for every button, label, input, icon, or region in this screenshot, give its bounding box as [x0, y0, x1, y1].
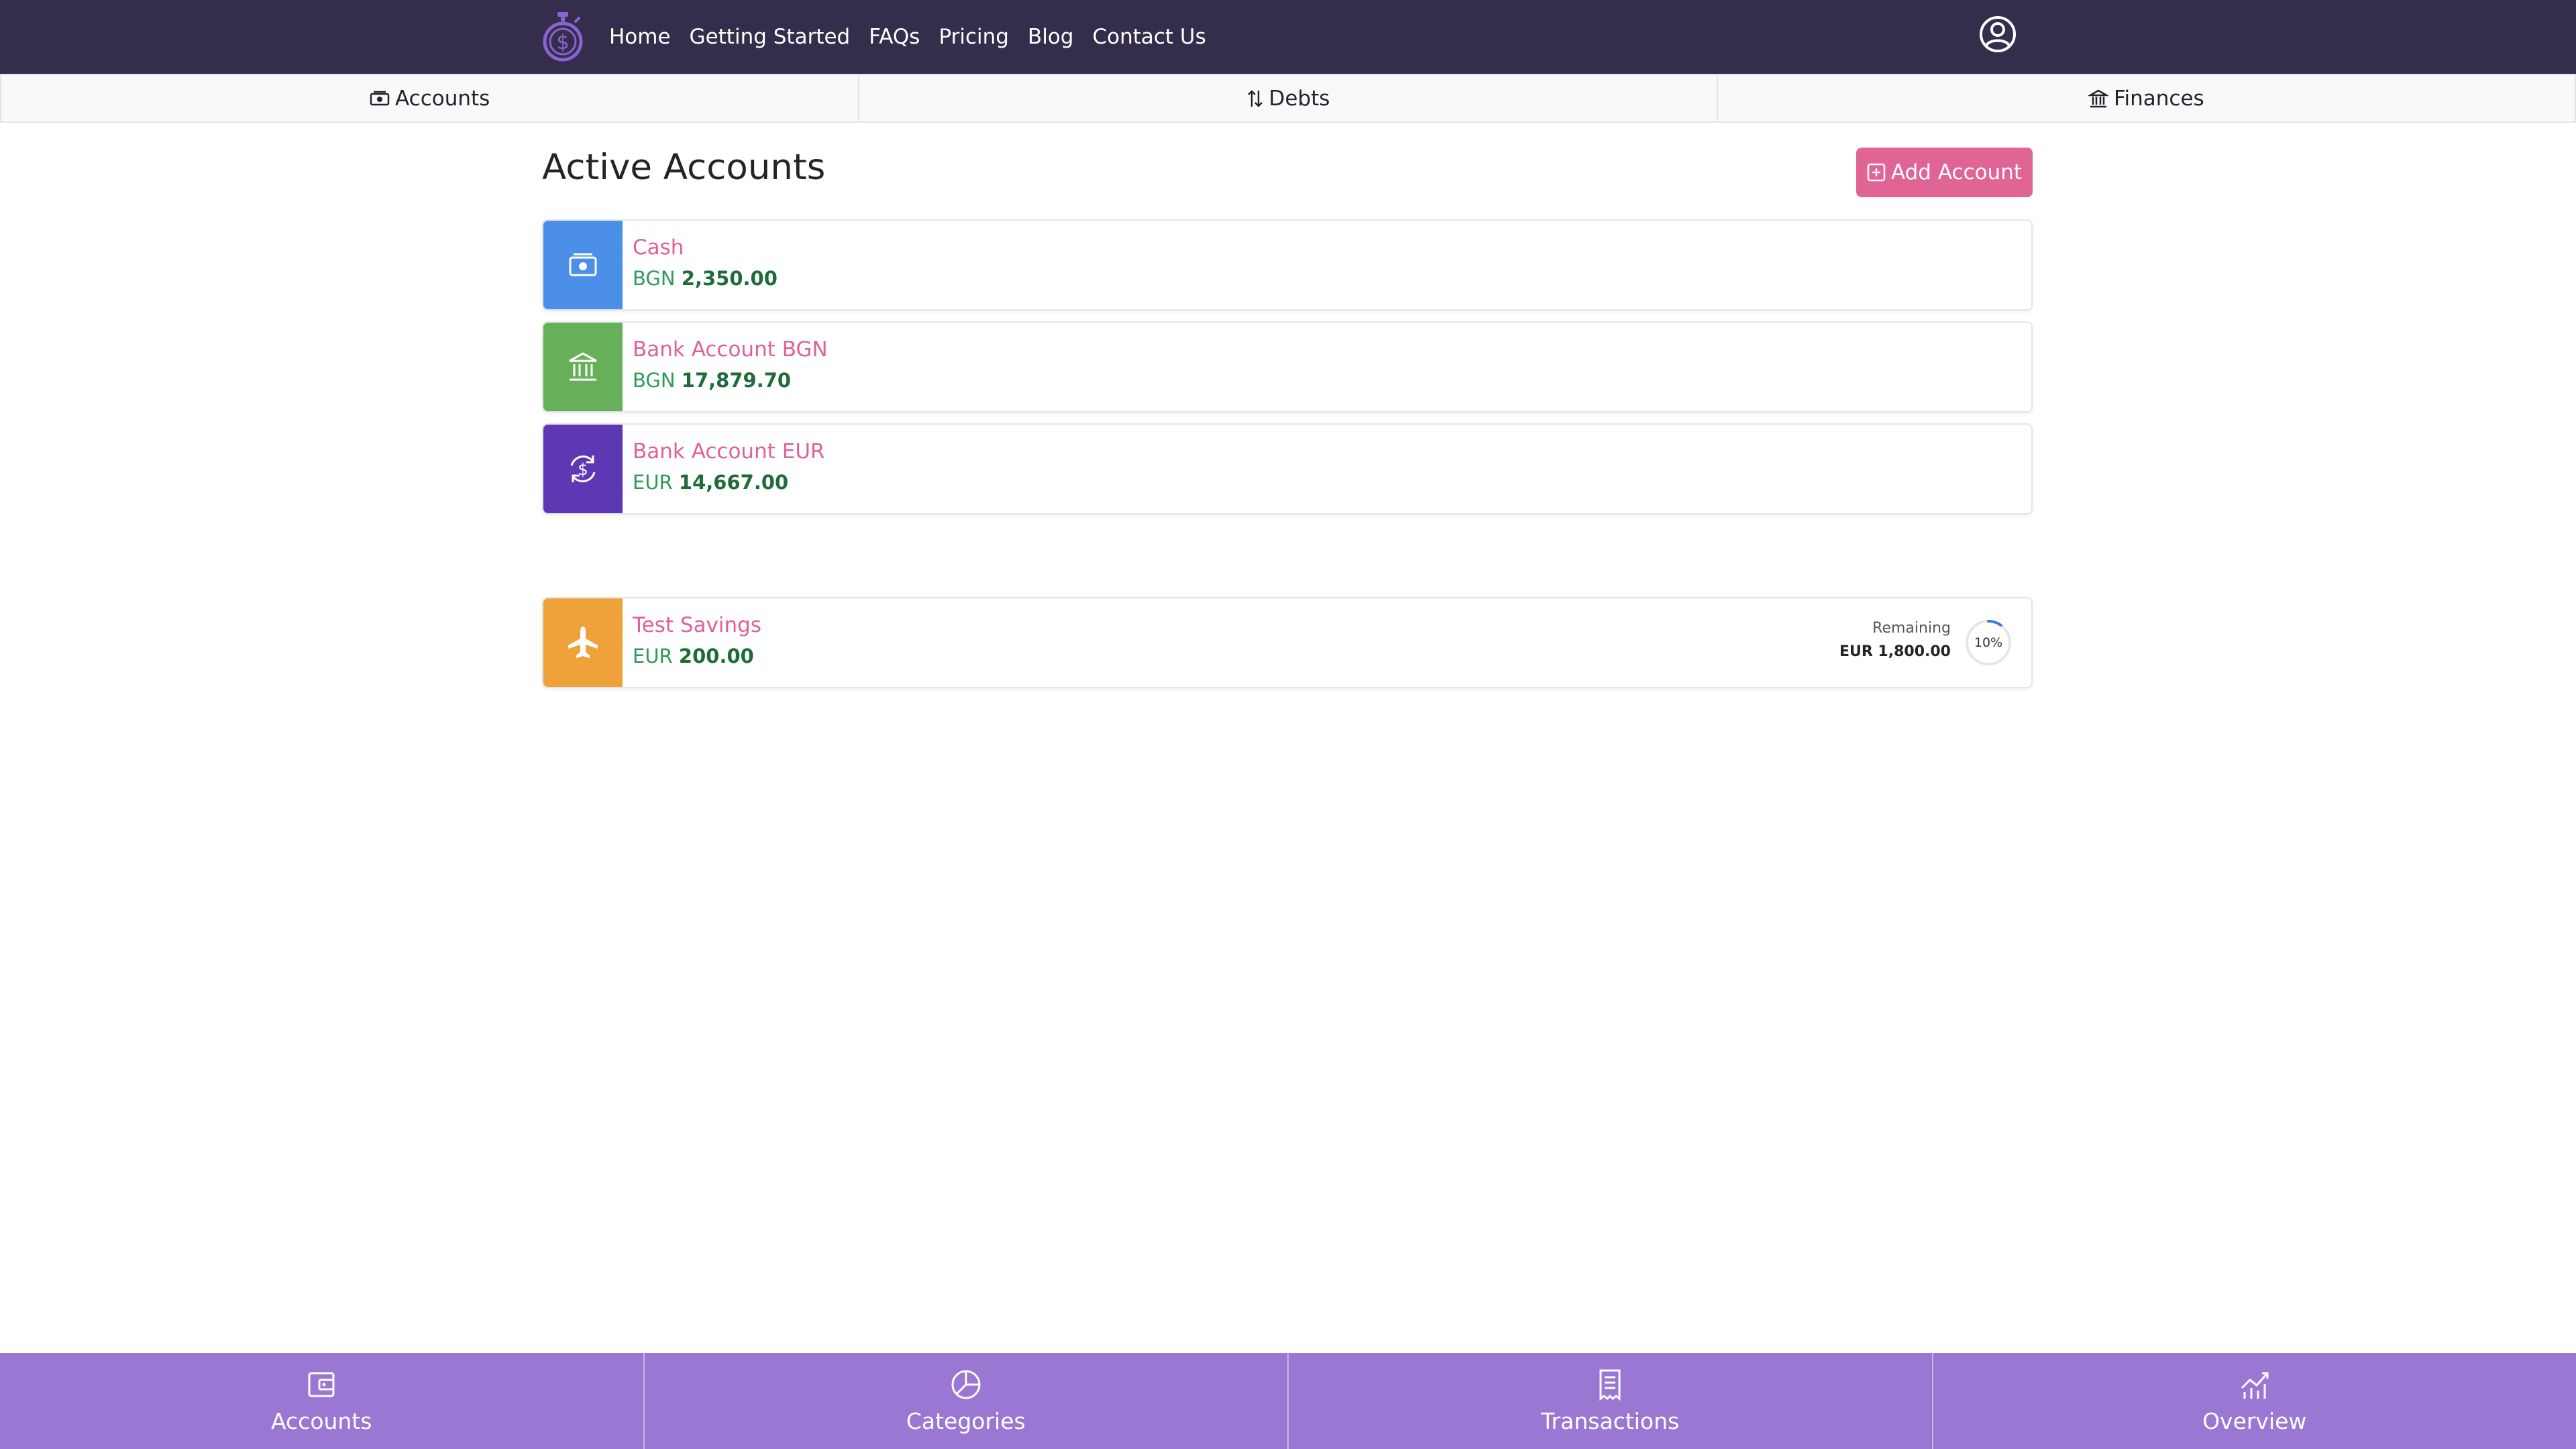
account-name: Bank Account EUR [633, 439, 825, 464]
add-account-button[interactable]: Add Account [1856, 148, 2033, 197]
bottom-tab-accounts[interactable]: Accounts [0, 1353, 643, 1449]
bottom-tab-transactions[interactable]: Transactions [1287, 1353, 1932, 1449]
account-icon-box: $ [543, 425, 623, 513]
tab-accounts-label: Accounts [395, 86, 490, 111]
arrows-up-down-icon [1247, 89, 1263, 107]
main-nav: Home Getting Started FAQs Pricing Blog C… [609, 0, 1225, 74]
savings-card-test[interactable]: Test Savings EUR 200.00 Remaining EUR 1,… [542, 597, 2033, 688]
tab-finances-label: Finances [2113, 86, 2204, 111]
account-balance: EUR 14,667.00 [633, 471, 788, 494]
bank-icon [2088, 89, 2108, 107]
nav-faqs[interactable]: FAQs [869, 25, 920, 49]
nav-blog[interactable]: Blog [1028, 25, 1074, 49]
account-icon-box [543, 323, 623, 411]
nav-contact-us[interactable]: Contact Us [1092, 25, 1205, 49]
account-icon-box [543, 598, 623, 687]
account-card-bank-eur[interactable]: $ Bank Account EUR EUR 14,667.00 [542, 423, 2033, 515]
savings-amount: 200.00 [678, 645, 754, 667]
savings-balance: EUR 200.00 [633, 645, 754, 667]
pie-chart-icon [951, 1370, 981, 1399]
account-icon-box [543, 221, 623, 309]
account-balance: BGN 2,350.00 [633, 267, 777, 290]
user-circle-icon[interactable] [1978, 15, 2017, 54]
bottom-tab-overview-label: Overview [2202, 1408, 2307, 1434]
account-name: Bank Account BGN [633, 337, 828, 362]
section-tabs: Accounts Debts Finances [0, 74, 2576, 123]
account-card-bank-bgn[interactable]: Bank Account BGN BGN 17,879.70 [542, 321, 2033, 413]
bank-icon [569, 352, 597, 381]
nav-pricing[interactable]: Pricing [938, 25, 1009, 49]
add-account-label: Add Account [1890, 160, 2023, 184]
wallet-icon [308, 1372, 335, 1397]
account-amount: 14,667.00 [678, 471, 789, 494]
airplane-icon [568, 627, 598, 658]
remaining-value: EUR 1,800.00 [1839, 643, 1951, 660]
savings-currency: EUR [633, 645, 673, 667]
tab-debts-label: Debts [1269, 86, 1330, 111]
bottom-tab-categories[interactable]: Categories [643, 1353, 1288, 1449]
bottom-tab-accounts-label: Accounts [271, 1408, 372, 1434]
savings-name: Test Savings [633, 613, 762, 637]
bottom-tab-overview[interactable]: Overview [1931, 1353, 2576, 1449]
account-name: Cash [633, 235, 684, 260]
nav-home[interactable]: Home [609, 25, 671, 49]
currency-exchange-icon: $ [570, 455, 596, 482]
cash-icon [370, 91, 390, 105]
account-currency: BGN [633, 369, 676, 392]
tab-accounts[interactable]: Accounts [0, 75, 858, 121]
bottom-nav: Accounts Categories Transactions Overvie… [0, 1353, 2576, 1449]
remaining-label: Remaining [1872, 620, 1951, 637]
bottom-tab-categories-label: Categories [906, 1408, 1026, 1434]
cash-icon [569, 253, 597, 276]
nav-getting-started[interactable]: Getting Started [690, 25, 851, 49]
account-currency: BGN [633, 267, 676, 290]
account-amount: 17,879.70 [681, 369, 792, 392]
account-currency: EUR [633, 471, 673, 494]
svg-text:$: $ [578, 460, 588, 479]
bottom-tab-transactions-label: Transactions [1541, 1408, 1680, 1434]
account-card-cash[interactable]: Cash BGN 2,350.00 [542, 219, 2033, 311]
plus-square-icon [1867, 163, 1886, 182]
stopwatch-dollar-icon[interactable]: $ [541, 11, 585, 64]
receipt-icon [1599, 1369, 1621, 1401]
account-amount: 2,350.00 [681, 267, 777, 290]
svg-text:$: $ [556, 31, 569, 54]
top-navbar: $ Home Getting Started FAQs Pricing Blog… [0, 0, 2576, 74]
account-balance: BGN 17,879.70 [633, 369, 791, 392]
savings-progress-text: 10% [1974, 635, 2003, 650]
page-title: Active Accounts [542, 147, 826, 188]
tab-finances[interactable]: Finances [1716, 75, 2576, 121]
tab-debts[interactable]: Debts [858, 75, 1716, 121]
graph-up-icon [2241, 1372, 2269, 1399]
